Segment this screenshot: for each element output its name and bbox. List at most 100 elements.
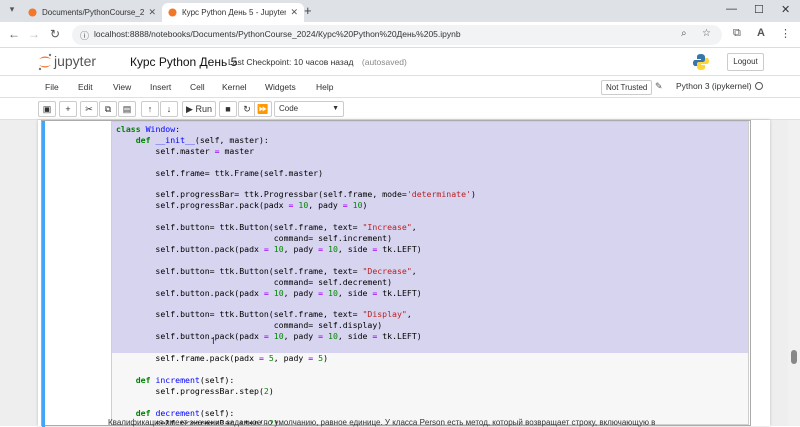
code-line[interactable]: command= self.decrement) xyxy=(116,277,476,288)
browser-tab-notebook[interactable]: Курс Python День 5 - Jupyter N ✕ xyxy=(162,3,304,22)
new-tab-button[interactable]: + xyxy=(304,3,312,18)
bookmark-star-icon[interactable]: ☆ xyxy=(702,28,711,39)
copy-icon[interactable]: ⧉ xyxy=(99,101,117,117)
menu-file[interactable]: File xyxy=(45,82,59,92)
code-lines[interactable]: class Window: def __init__(self, master)… xyxy=(116,124,476,424)
zoom-icon[interactable]: ⌕ xyxy=(681,28,687,39)
url-box[interactable]: ⓘ localhost:8888/notebooks/Documents/Pyt… xyxy=(72,25,722,45)
code-line[interactable]: ​ xyxy=(116,364,476,375)
menu-view[interactable]: View xyxy=(113,82,131,92)
code-cell[interactable]: class Window: def __init__(self, master)… xyxy=(41,120,751,427)
code-line[interactable]: self.frame= ttk.Frame(self.master) xyxy=(116,168,476,179)
jupyter-brand[interactable]: jupyter xyxy=(54,53,96,69)
jupyter-favicon-icon xyxy=(28,8,37,17)
close-window-icon[interactable]: ✕ xyxy=(781,3,790,16)
menu-kernel[interactable]: Kernel xyxy=(222,82,247,92)
notebook-menu-bar: File Edit View Insert Cell Kernel Widget… xyxy=(0,76,800,98)
code-line[interactable]: ​ xyxy=(116,179,476,190)
cell-selection-bar xyxy=(42,121,45,427)
code-line[interactable]: self.progressBar= ttk.Progressbar(self.f… xyxy=(116,189,475,200)
code-line[interactable]: self.frame.pack(padx = 5, pady = 5) xyxy=(116,353,476,364)
kernel-name[interactable]: Python 3 (ipykernel) xyxy=(676,81,752,91)
code-line[interactable]: self.button= ttk.Button(self.frame, text… xyxy=(116,266,476,277)
code-line[interactable]: self.button.pack(padx = 10, pady = 10, s… xyxy=(116,244,476,255)
jupyter-header: jupyter Курс Python День 5 Last Checkpoi… xyxy=(0,48,800,76)
code-line[interactable]: ​ xyxy=(116,342,476,353)
tab-title: Курс Python День 5 - Jupyter N xyxy=(182,8,287,17)
code-line[interactable]: self.button.pack(padx = 10, pady = 10, s… xyxy=(116,331,476,342)
code-line[interactable]: ​ xyxy=(116,255,476,266)
code-line[interactable]: def decrement(self): xyxy=(116,408,476,419)
reload-icon[interactable]: ↻ xyxy=(50,27,60,41)
browser-tab-documents[interactable]: Documents/PythonCourse_202 ✕ xyxy=(22,3,162,22)
close-tab-icon[interactable]: ✕ xyxy=(148,7,156,18)
address-bar: ← → ↻ ⓘ localhost:8888/notebooks/Documen… xyxy=(0,22,800,48)
logout-button[interactable]: Logout xyxy=(727,53,764,71)
notebook-toolbar: ▣ + ✂ ⧉ ▤ ↑ ↓ ▶ Run ■ ↻ ⏩ Code ▼ xyxy=(0,98,800,120)
kernel-idle-indicator xyxy=(755,82,763,90)
autosave-status: (autosaved) xyxy=(361,57,407,67)
tab-search-icon[interactable]: ▾ xyxy=(5,4,19,18)
extensions-icon[interactable]: ⧉ xyxy=(733,27,741,40)
code-line[interactable]: class Window: xyxy=(116,124,476,135)
checkpoint-text: Last Checkpoint: 10 часов назад xyxy=(228,57,354,67)
restart-run-all-icon[interactable]: ⏩ xyxy=(254,101,272,117)
menu-help[interactable]: Help xyxy=(316,82,333,92)
back-icon[interactable]: ← xyxy=(8,27,20,41)
browser-tab-strip: ▾ Documents/PythonCourse_202 ✕ Курс Pyth… xyxy=(0,0,800,22)
python-logo-icon xyxy=(693,54,709,70)
scrollbar-thumb[interactable] xyxy=(791,350,797,364)
profile-avatar[interactable]: A xyxy=(757,27,765,39)
code-line[interactable]: self.button= ttk.Button(self.frame, text… xyxy=(116,222,476,233)
chevron-down-icon: ▼ xyxy=(332,105,339,112)
menu-widgets[interactable]: Widgets xyxy=(265,82,296,92)
code-line[interactable]: self.button= ttk.Button(self.frame, text… xyxy=(116,309,476,320)
text-cursor-icon: I xyxy=(212,336,215,347)
move-down-icon[interactable]: ↓ xyxy=(160,101,178,117)
menu-edit[interactable]: Edit xyxy=(78,82,93,92)
code-line[interactable]: command= self.display) xyxy=(116,320,476,331)
minimize-icon[interactable]: — xyxy=(726,3,737,15)
site-info-icon[interactable]: ⓘ xyxy=(80,29,89,42)
code-line[interactable]: ​ xyxy=(116,157,476,168)
forward-icon[interactable]: → xyxy=(28,27,40,41)
move-up-icon[interactable]: ↑ xyxy=(141,101,159,117)
cell-type-select[interactable]: Code ▼ xyxy=(274,101,344,117)
cell-type-value: Code xyxy=(279,104,299,113)
run-button[interactable]: ▶ Run xyxy=(182,101,216,117)
code-line[interactable]: ​ xyxy=(116,299,476,310)
maximize-icon[interactable]: ☐ xyxy=(754,3,764,16)
cut-icon[interactable]: ✂ xyxy=(80,101,98,117)
code-line[interactable]: self.progressBar.step(2) xyxy=(116,386,476,397)
trust-status-button[interactable]: Not Trusted xyxy=(601,80,653,95)
notebook-title[interactable]: Курс Python День 5 xyxy=(130,55,237,69)
edit-pencil-icon[interactable]: ✎ xyxy=(655,81,663,92)
stop-icon[interactable]: ■ xyxy=(219,101,237,117)
menu-cell[interactable]: Cell xyxy=(190,82,205,92)
close-tab-icon[interactable]: ✕ xyxy=(290,7,298,18)
run-icon: ▶ xyxy=(186,104,193,114)
code-line[interactable]: ​ xyxy=(116,211,476,222)
tab-title: Documents/PythonCourse_202 xyxy=(42,8,145,17)
menu-insert[interactable]: Insert xyxy=(150,82,171,92)
notebook-container: class Window: def __init__(self, master)… xyxy=(0,120,800,427)
notebook-sheet: class Window: def __init__(self, master)… xyxy=(38,120,770,427)
code-line[interactable]: self.master = master xyxy=(116,146,476,157)
checkpoint-status: Last Checkpoint: 10 часов назад (autosav… xyxy=(228,57,407,67)
code-line[interactable]: command= self.increment) xyxy=(116,233,476,244)
jupyter-logo-icon[interactable] xyxy=(38,53,52,71)
code-editor[interactable]: class Window: def __init__(self, master)… xyxy=(111,121,749,425)
add-cell-icon[interactable]: + xyxy=(59,101,77,117)
code-line[interactable]: self.button.pack(padx = 10, pady = 10, s… xyxy=(116,288,476,299)
code-line[interactable]: ​ xyxy=(116,397,476,408)
url-text[interactable]: localhost:8888/notebooks/Documents/Pytho… xyxy=(94,29,461,39)
code-line[interactable]: def increment(self): xyxy=(116,375,476,386)
page-scrollbar[interactable] xyxy=(788,120,800,426)
jupyter-favicon-icon xyxy=(168,8,177,17)
paste-icon[interactable]: ▤ xyxy=(118,101,136,117)
save-icon[interactable]: ▣ xyxy=(38,101,56,117)
code-line[interactable]: self.progressBar.pack(padx = 10, pady = … xyxy=(116,200,476,211)
run-label: Run xyxy=(195,104,212,114)
browser-menu-icon[interactable]: ⋮ xyxy=(780,27,791,40)
code-line[interactable]: def __init__(self, master): xyxy=(116,135,476,146)
